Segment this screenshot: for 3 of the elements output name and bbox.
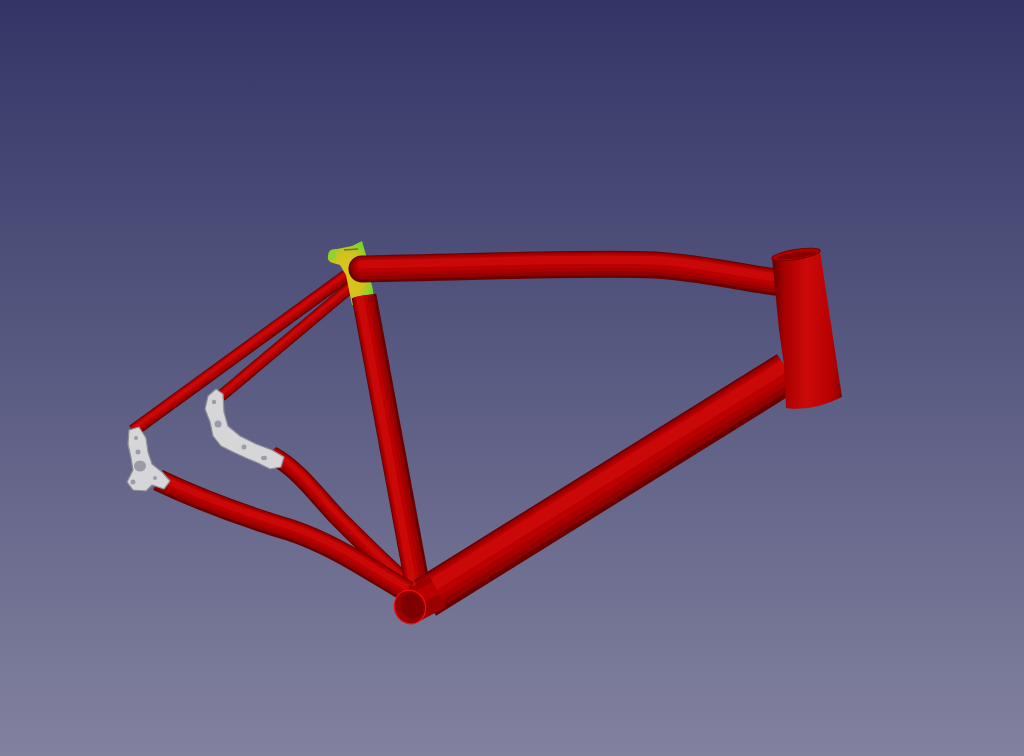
bottom-bracket-shell (393, 577, 446, 625)
rear-dropout (126, 426, 171, 492)
seat-cluster-lug (327, 241, 374, 306)
